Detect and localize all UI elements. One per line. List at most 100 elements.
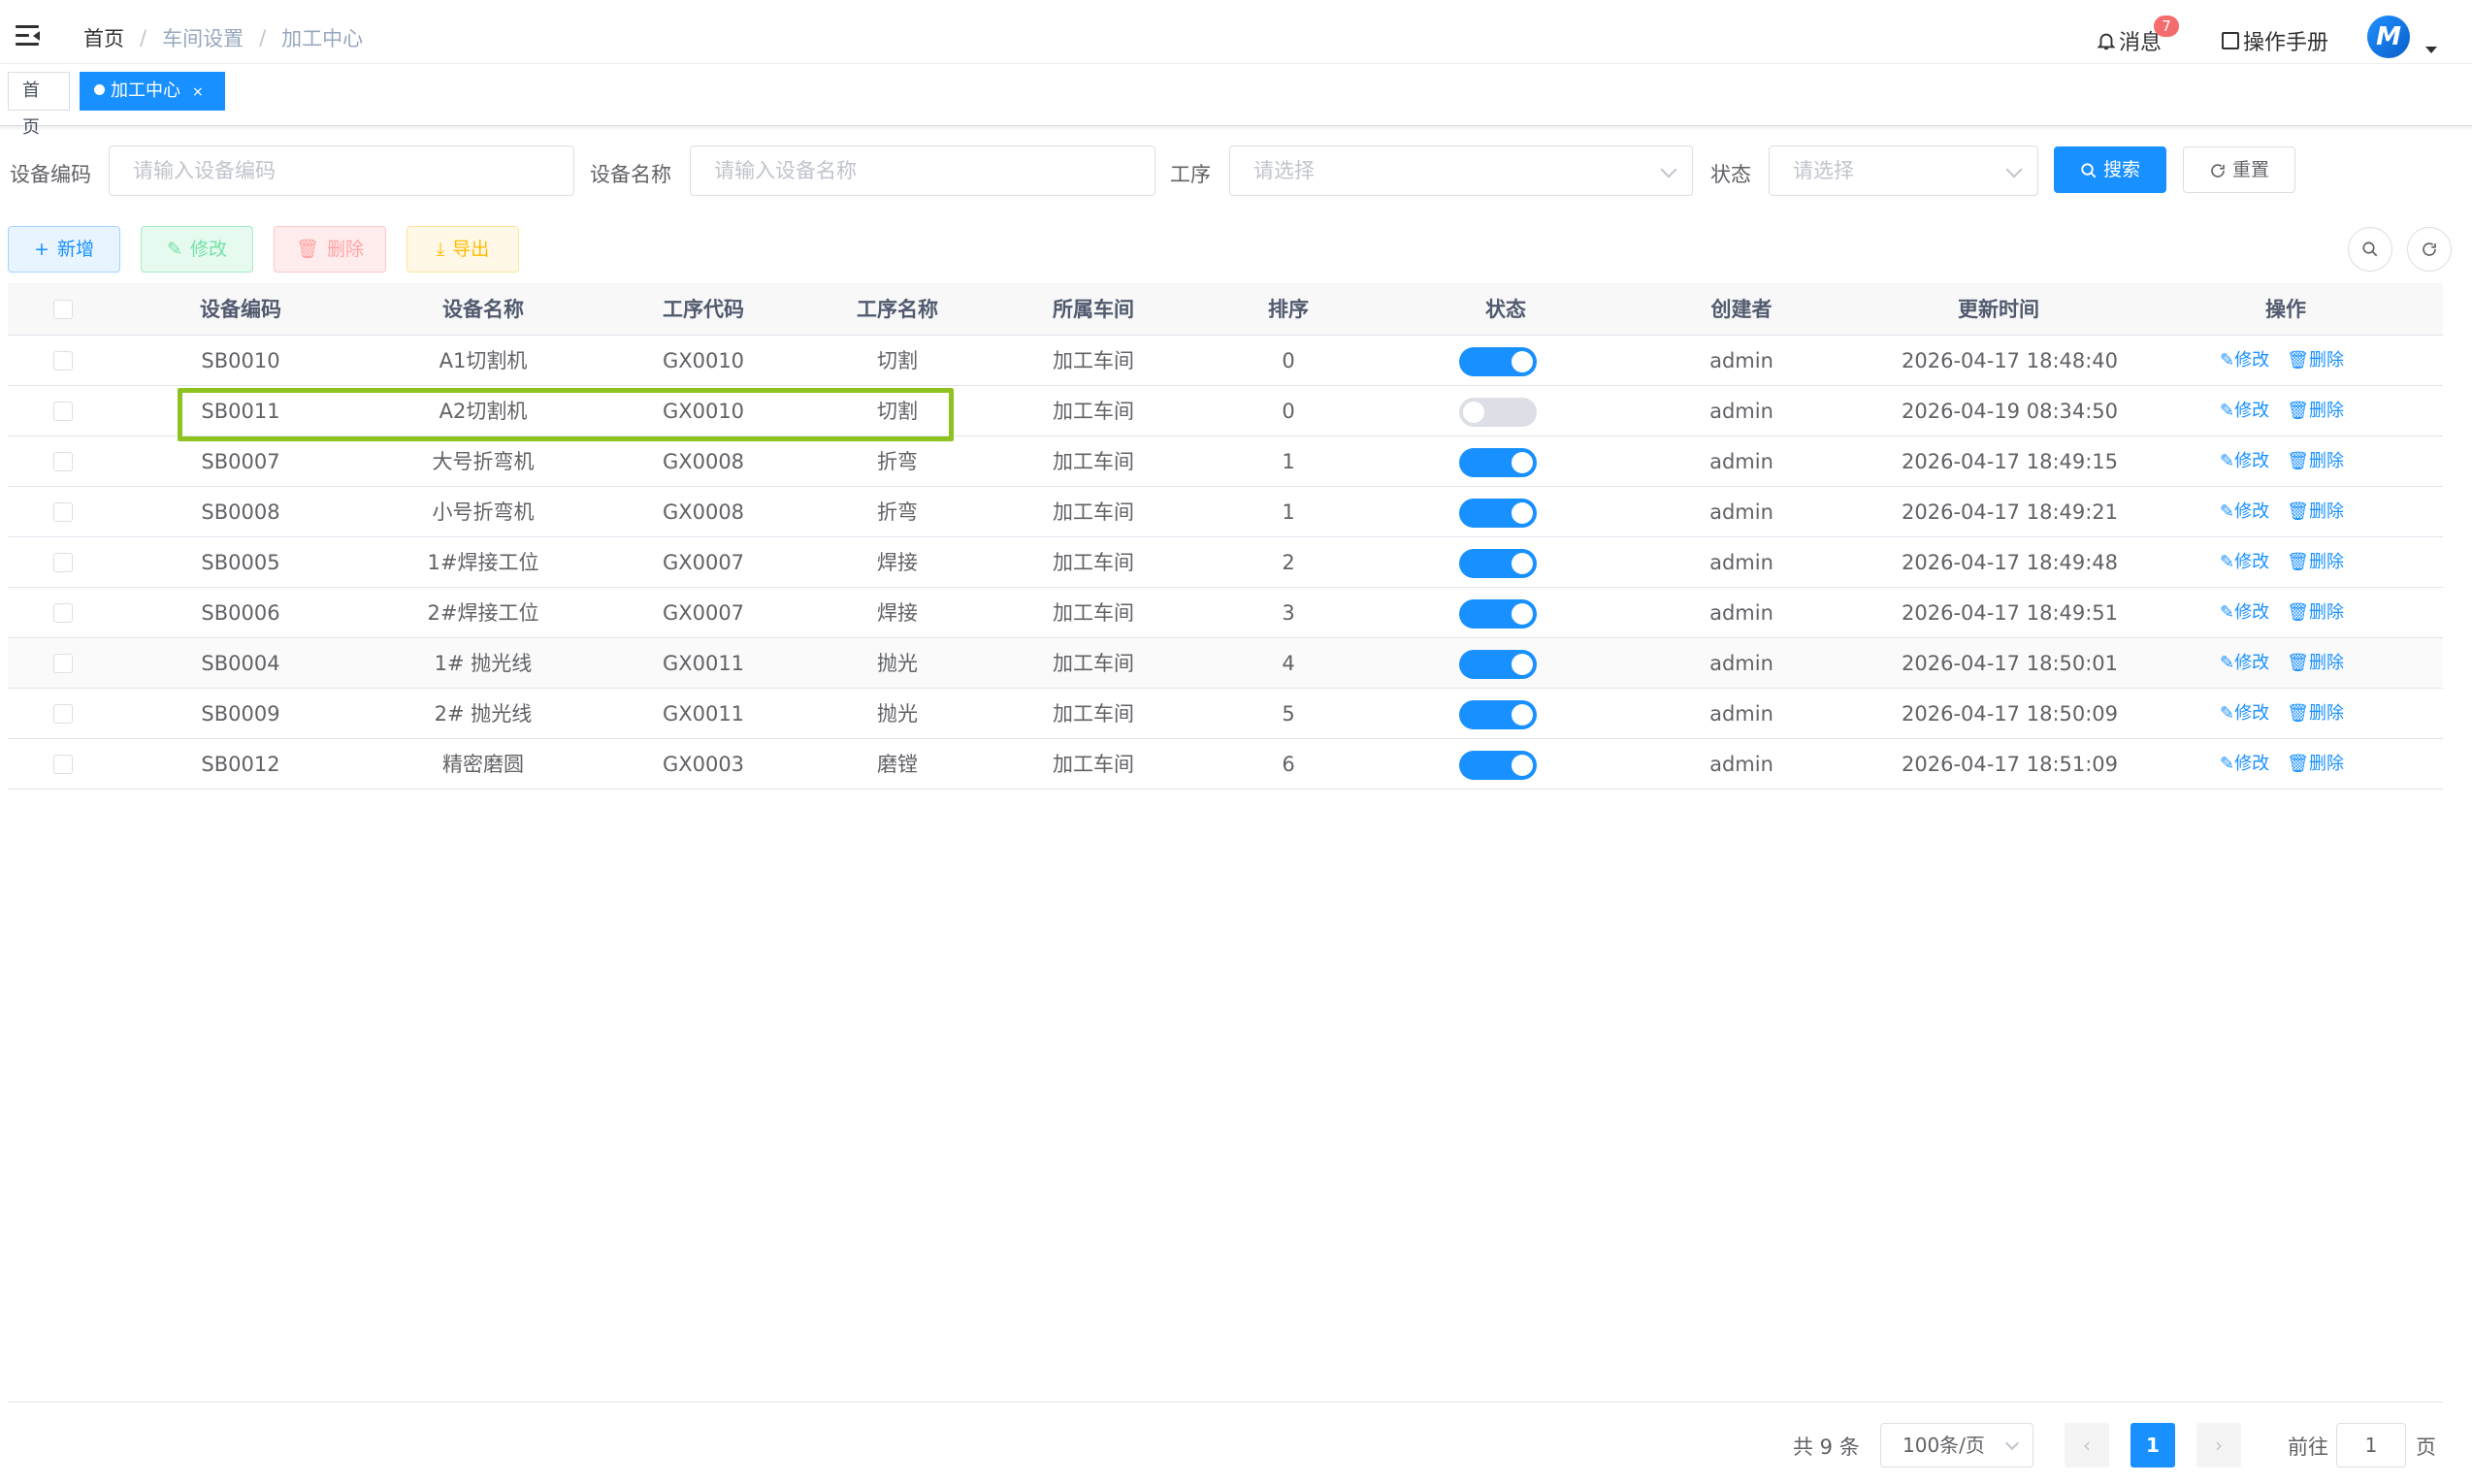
page-button-current[interactable]: 1 bbox=[2130, 1423, 2175, 1468]
tag-active[interactable]: 加工中心 × bbox=[80, 72, 225, 111]
edit-button[interactable]: ✎ 修改 bbox=[141, 226, 253, 273]
edit-icon: ✎ bbox=[2220, 401, 2235, 421]
close-icon[interactable]: × bbox=[192, 84, 204, 100]
cell-updated: 2026-04-17 18:50:01 bbox=[1902, 652, 2119, 675]
goto-label: 前往 bbox=[2288, 1436, 2328, 1459]
refresh-button[interactable] bbox=[2407, 227, 2452, 272]
row-delete-label: 删除 bbox=[2308, 653, 2344, 673]
status-switch[interactable] bbox=[1459, 700, 1537, 729]
tag-home[interactable]: 首页 bbox=[8, 72, 70, 138]
delete-button[interactable]: 🗑 删除 bbox=[274, 226, 386, 273]
row-delete-link[interactable]: 🗑删除 bbox=[2287, 501, 2344, 522]
table-row: SB0008 小号折弯机 GX0008 折弯 加工车间 1 admin 2026-04-17 … bbox=[8, 487, 2443, 537]
switch-knob bbox=[1463, 402, 1484, 423]
row-delete-label: 删除 bbox=[2308, 401, 2344, 421]
cell-name: 小号折弯机 bbox=[432, 500, 535, 524]
status-switch[interactable] bbox=[1459, 448, 1537, 477]
export-button-label: 导出 bbox=[452, 239, 490, 260]
status-switch[interactable] bbox=[1459, 499, 1537, 528]
row-delete-link[interactable]: 🗑删除 bbox=[2287, 754, 2344, 774]
col-workshop: 所属车间 bbox=[1053, 298, 1134, 321]
trash-icon: 🗑 bbox=[2287, 401, 2309, 421]
row-edit-label: 修改 bbox=[2234, 703, 2270, 724]
cell-name: 2# 抛光线 bbox=[434, 702, 533, 726]
row-delete-link[interactable]: 🗑删除 bbox=[2287, 653, 2344, 673]
hamburger-menu-icon[interactable] bbox=[16, 25, 41, 47]
status-switch[interactable] bbox=[1459, 650, 1537, 679]
row-delete-link[interactable]: 🗑删除 bbox=[2287, 451, 2344, 471]
row-edit-link[interactable]: ✎修改 bbox=[2220, 754, 2269, 774]
manual-button[interactable]: 操作手册 bbox=[2222, 21, 2328, 60]
row-checkbox[interactable] bbox=[53, 502, 73, 522]
row-checkbox[interactable] bbox=[53, 452, 73, 471]
status-switch[interactable] bbox=[1459, 398, 1537, 427]
row-checkbox[interactable] bbox=[53, 755, 73, 774]
cell-sort: 4 bbox=[1282, 652, 1295, 675]
col-ops: 操作 bbox=[2265, 298, 2306, 321]
row-checkbox[interactable] bbox=[53, 654, 73, 673]
row-delete-link[interactable]: 🗑删除 bbox=[2287, 401, 2344, 421]
export-button[interactable]: ⤓ 导出 bbox=[407, 226, 519, 273]
search-button[interactable]: 搜索 bbox=[2054, 146, 2166, 193]
code-input[interactable]: 请输入设备编码 bbox=[109, 145, 574, 196]
reset-button[interactable]: 重置 bbox=[2183, 146, 2295, 193]
row-actions: ✎修改 🗑删除 bbox=[2220, 689, 2365, 739]
pagination-divider bbox=[8, 1402, 2443, 1403]
status-switch[interactable] bbox=[1459, 751, 1537, 780]
goto-page-input[interactable]: 1 bbox=[2336, 1423, 2406, 1468]
row-edit-link[interactable]: ✎修改 bbox=[2220, 552, 2269, 572]
row-checkbox[interactable] bbox=[53, 351, 73, 371]
row-delete-label: 删除 bbox=[2308, 754, 2344, 774]
row-delete-link[interactable]: 🗑删除 bbox=[2287, 703, 2344, 724]
row-edit-label: 修改 bbox=[2234, 602, 2270, 623]
cell-code: SB0012 bbox=[201, 753, 280, 776]
status-switch[interactable] bbox=[1459, 347, 1537, 376]
toggle-search-button[interactable] bbox=[2348, 227, 2392, 272]
status-select[interactable]: 请选择 bbox=[1769, 145, 2038, 196]
cell-updated: 2026-04-17 18:49:51 bbox=[1902, 601, 2119, 625]
table-row: SB0011 A2切割机 GX0010 切割 加工车间 0 admin 2026-04-19 … bbox=[8, 386, 2443, 436]
row-delete-link[interactable]: 🗑删除 bbox=[2287, 552, 2344, 572]
cell-name: 大号折弯机 bbox=[432, 450, 535, 473]
edit-icon: ✎ bbox=[2220, 754, 2235, 774]
row-delete-link[interactable]: 🗑删除 bbox=[2287, 602, 2344, 623]
cell-workshop: 加工车间 bbox=[1053, 349, 1134, 372]
row-checkbox[interactable] bbox=[53, 603, 73, 623]
row-edit-link[interactable]: ✎修改 bbox=[2220, 653, 2269, 673]
cell-workshop: 加工车间 bbox=[1053, 753, 1134, 776]
status-switch[interactable] bbox=[1459, 599, 1537, 629]
pagination-total: 共 9 条 bbox=[1793, 1436, 1860, 1459]
prev-page-button[interactable]: ‹ bbox=[2065, 1423, 2109, 1468]
row-edit-link[interactable]: ✎修改 bbox=[2220, 501, 2269, 522]
row-delete-link[interactable]: 🗑删除 bbox=[2287, 350, 2344, 371]
cell-name: 1#焊接工位 bbox=[427, 551, 539, 574]
next-page-button[interactable]: › bbox=[2196, 1423, 2241, 1468]
edit-icon: ✎ bbox=[2220, 703, 2235, 724]
trash-icon: 🗑 bbox=[2287, 451, 2309, 471]
row-checkbox[interactable] bbox=[53, 402, 73, 421]
add-button[interactable]: + 新增 bbox=[8, 226, 120, 273]
breadcrumb-home[interactable]: 首页 bbox=[83, 23, 124, 52]
process-select[interactable]: 请选择 bbox=[1229, 145, 1693, 196]
avatar[interactable]: M bbox=[2367, 16, 2410, 58]
row-edit-link[interactable]: ✎修改 bbox=[2220, 703, 2269, 724]
row-checkbox[interactable] bbox=[53, 704, 73, 724]
process-label: 工序 bbox=[1170, 163, 1211, 186]
page-size-select[interactable]: 100条/页 bbox=[1880, 1423, 2033, 1468]
breadcrumb-workshop-settings[interactable]: 车间设置 bbox=[162, 23, 244, 52]
row-edit-link[interactable]: ✎修改 bbox=[2220, 350, 2269, 371]
name-input[interactable]: 请输入设备名称 bbox=[690, 145, 1155, 196]
messages-button[interactable]: 消息 bbox=[2096, 21, 2162, 60]
caret-down-icon[interactable] bbox=[2425, 47, 2437, 53]
row-checkbox[interactable] bbox=[53, 553, 73, 572]
row-edit-link[interactable]: ✎修改 bbox=[2220, 401, 2269, 421]
status-switch[interactable] bbox=[1459, 549, 1537, 578]
cell-code: SB0006 bbox=[201, 601, 280, 625]
row-edit-link[interactable]: ✎修改 bbox=[2220, 451, 2269, 471]
cell-workshop: 加工车间 bbox=[1053, 450, 1134, 473]
select-all-checkbox[interactable] bbox=[53, 300, 73, 319]
trash-icon: 🗑 bbox=[2287, 703, 2309, 724]
cell-name: 精密磨圆 bbox=[442, 753, 524, 776]
switch-knob bbox=[1512, 553, 1533, 574]
row-edit-link[interactable]: ✎修改 bbox=[2220, 602, 2269, 623]
